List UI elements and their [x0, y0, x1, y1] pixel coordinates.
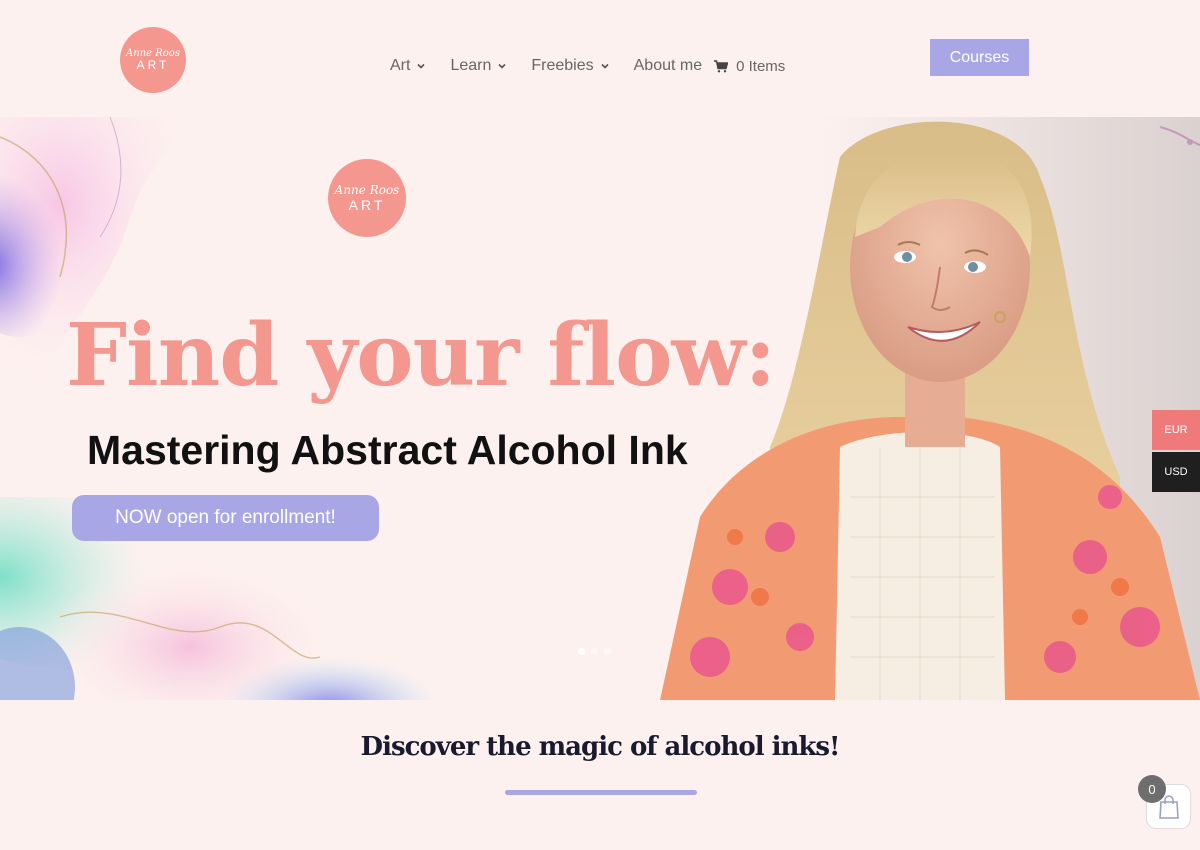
- hero-logo: Anne Roos ART: [328, 159, 406, 237]
- nav-label-learn: Learn: [450, 57, 492, 74]
- slider-dot[interactable]: [604, 648, 611, 655]
- site-logo[interactable]: Anne Roos ART: [120, 27, 186, 93]
- nav-item-art[interactable]: Art: [390, 57, 426, 75]
- enroll-button[interactable]: NOW open for enrollment!: [72, 495, 379, 541]
- section-heading: Discover the magic of alcohol inks!: [360, 732, 841, 762]
- site-header: Anne Roos ART Art Learn Freebies About m…: [0, 0, 1200, 117]
- courses-button[interactable]: Courses: [930, 39, 1029, 76]
- chevron-down-icon: [601, 63, 609, 69]
- cart-count-badge: 0: [1138, 775, 1166, 803]
- main-nav: Art Learn Freebies About me 0 Items: [390, 55, 785, 77]
- hero-slider: Anne Roos ART Find your flow: Mastering …: [0, 117, 1200, 700]
- chevron-down-icon: [498, 63, 506, 69]
- cart-icon: [714, 59, 729, 72]
- nav-label-art: Art: [390, 57, 411, 74]
- header-cart[interactable]: 0 Items: [714, 58, 785, 75]
- heading-underline: [505, 790, 697, 795]
- nav-item-learn[interactable]: Learn: [450, 57, 507, 75]
- hero-logo-script: Anne Roos: [334, 183, 400, 197]
- hero-logo-word: ART: [348, 197, 386, 213]
- cart-count-label: 0 Items: [736, 57, 786, 75]
- nav-item-freebies[interactable]: Freebies: [531, 57, 609, 75]
- logo-word: ART: [136, 58, 170, 72]
- currency-eur-button[interactable]: EUR: [1152, 410, 1200, 450]
- slider-dots: [578, 648, 611, 655]
- instructor-photo: [660, 117, 1200, 700]
- hero-subline: Mastering Abstract Alcohol Ink: [87, 427, 688, 473]
- chevron-down-icon: [417, 63, 426, 69]
- nav-item-about-me[interactable]: About me: [634, 57, 702, 75]
- nav-label-about-me: About me: [633, 57, 703, 74]
- slider-dot[interactable]: [578, 648, 585, 655]
- nav-label-freebies: Freebies: [531, 57, 594, 74]
- currency-usd-button[interactable]: USD: [1152, 452, 1200, 492]
- slider-dot[interactable]: [591, 648, 598, 655]
